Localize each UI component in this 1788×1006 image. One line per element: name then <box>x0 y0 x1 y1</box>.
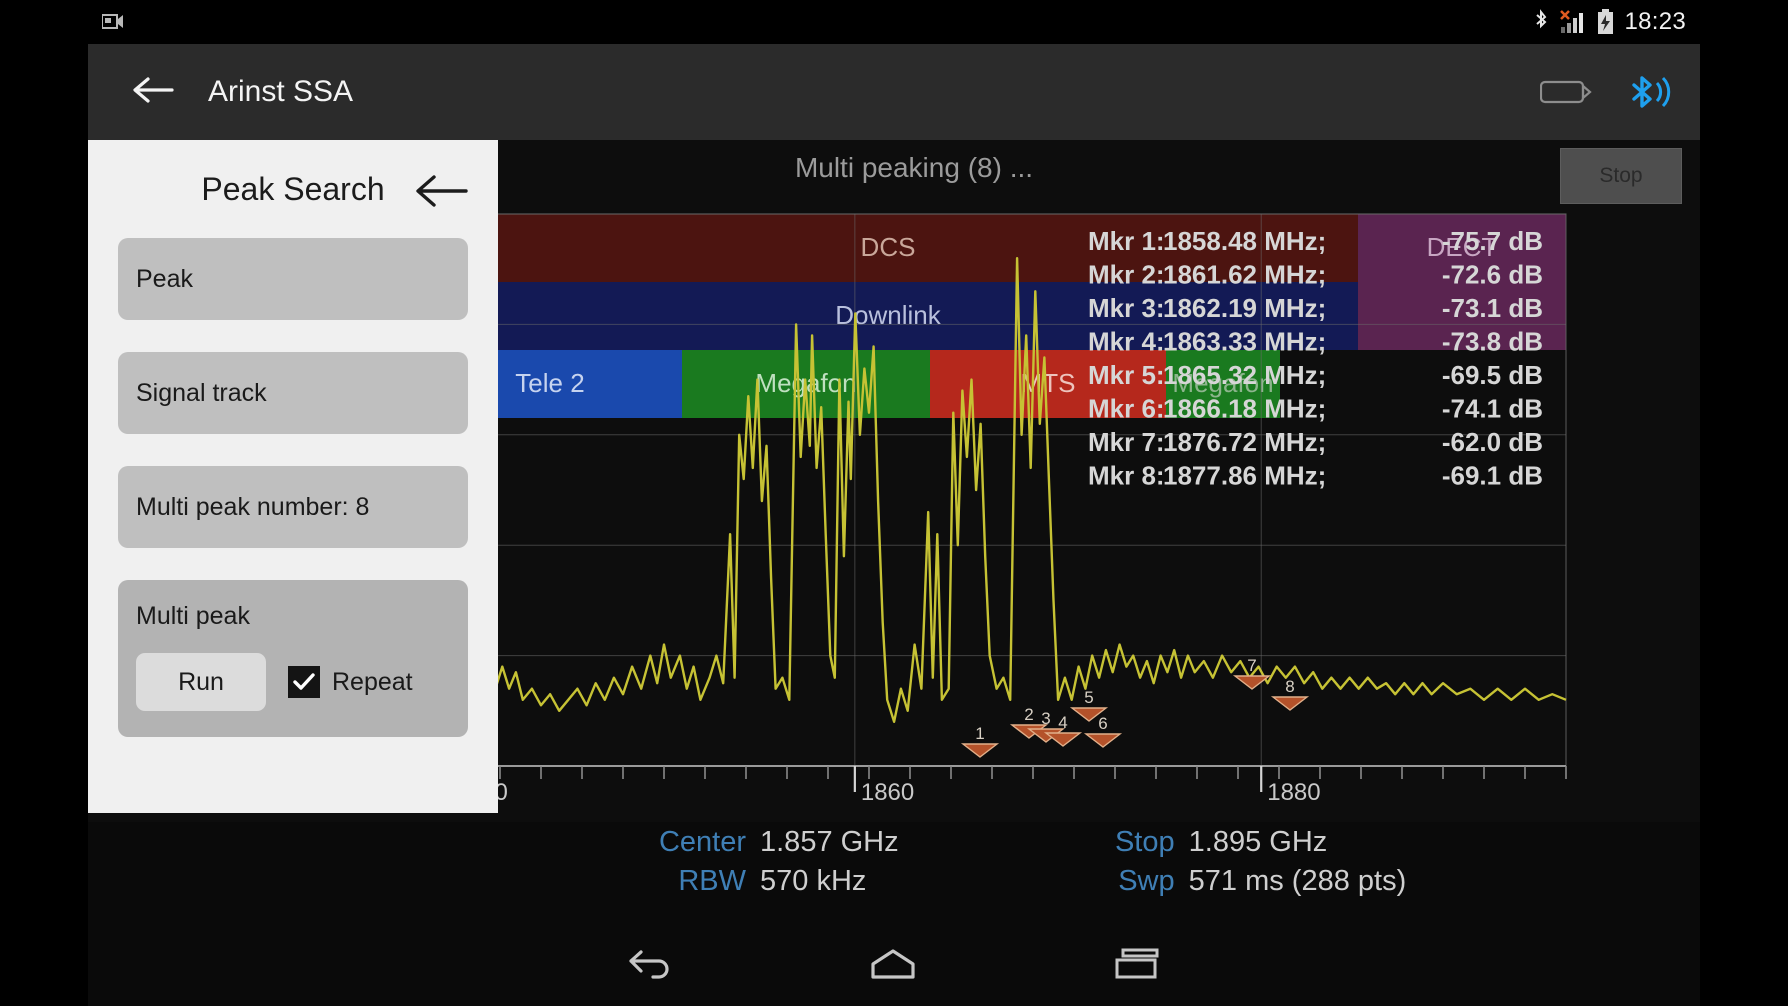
readout-right-column: Stop 1.895 GHz Swp 571 ms (288 pts) <box>1047 826 1407 930</box>
app-bar-actions <box>1539 72 1672 112</box>
marker-frequency: 1876.72 MHz; <box>1163 427 1326 457</box>
drawer-header: Peak Search <box>118 140 468 238</box>
back-nav-icon[interactable] <box>627 947 673 981</box>
marker-frequency: 1861.62 MHz; <box>1163 260 1326 290</box>
peak-marker-number: 3 <box>1041 709 1050 728</box>
status-bar-left-icons <box>101 13 124 31</box>
swp-value: 571 ms (288 pts) <box>1188 865 1407 897</box>
marker-frequency: 1863.33 MHz; <box>1163 327 1326 357</box>
readout-row-stop[interactable]: Stop 1.895 GHz <box>1047 826 1407 859</box>
stop-button[interactable]: Stop <box>1560 148 1682 204</box>
marker-level: -74.1 dB <box>1442 394 1543 424</box>
marker-id: Mkr 1: <box>1088 226 1165 256</box>
bluetooth-icon <box>1533 9 1549 35</box>
multi-peak-group: Multi peak Run Repeat <box>118 580 468 737</box>
x-axis-tick-label: 1880 <box>1267 779 1320 806</box>
peak-marker-number: 1 <box>975 724 984 743</box>
home-nav-icon[interactable] <box>869 947 917 981</box>
marker-frequency: 1862.19 MHz; <box>1163 293 1326 323</box>
center-value: 1.857 GHz <box>760 826 899 858</box>
marker-level: -75.7 dB <box>1442 226 1543 256</box>
marker-level: -73.8 dB <box>1442 327 1543 357</box>
status-bar-right-icons: 18:23 <box>1533 8 1686 36</box>
menu-item-signal-track[interactable]: Signal track <box>118 352 468 434</box>
battery-charging-icon <box>1597 9 1614 35</box>
marker-level: -73.1 dB <box>1442 293 1543 323</box>
recents-nav-icon[interactable] <box>1113 947 1161 981</box>
marker-id: Mkr 7: <box>1088 427 1165 457</box>
rbw-label: RBW <box>678 865 746 897</box>
run-button[interactable]: Run <box>136 653 266 711</box>
marker-id: Mkr 3: <box>1088 293 1165 323</box>
app-title: Arinst SSA <box>208 75 354 108</box>
peak-marker-number: 2 <box>1024 705 1033 724</box>
swp-label: Swp <box>1118 865 1175 897</box>
readout-row-swp[interactable]: Swp 571 ms (288 pts) <box>1047 865 1407 898</box>
marker-level: -69.1 dB <box>1442 461 1543 491</box>
multi-peak-group-title: Multi peak <box>136 602 250 630</box>
repeat-checkbox[interactable] <box>288 666 320 698</box>
cellular-signal-icon <box>1559 9 1587 35</box>
center-label: Center <box>658 826 746 858</box>
marker-level: -69.5 dB <box>1442 360 1543 390</box>
marker-frequency: 1858.48 MHz; <box>1163 226 1326 256</box>
app-bar: Arinst SSA <box>88 44 1700 140</box>
peak-marker-number: 5 <box>1084 688 1093 707</box>
readout-left-column: Center 1.857 GHz RBW 570 kHz <box>618 826 899 930</box>
marker-id: Mkr 2: <box>1088 260 1165 290</box>
sweep-readout: Center 1.857 GHz RBW 570 kHz Stop 1.895 … <box>88 822 1700 930</box>
back-arrow-icon[interactable] <box>132 75 174 110</box>
peak-marker-number: 4 <box>1058 713 1067 732</box>
menu-item-multi-peak-number-label: Multi peak number: 8 <box>136 492 370 521</box>
multi-peak-controls: Run Repeat <box>136 653 450 711</box>
android-nav-bar <box>88 922 1700 1006</box>
menu-item-multi-peak-number[interactable]: Multi peak number: 8 <box>118 466 468 548</box>
screen-root: 18:23 Arinst SSA Multi peaking (8) ... S… <box>0 0 1788 1006</box>
menu-item-peak[interactable]: Peak <box>118 238 468 320</box>
band-label: DCS <box>861 232 916 262</box>
marker-level: -62.0 dB <box>1442 427 1543 457</box>
marker-id: Mkr 4: <box>1088 327 1165 357</box>
marker-frequency: 1877.86 MHz; <box>1163 461 1326 491</box>
android-status-bar: 18:23 <box>88 0 1700 44</box>
drawer-back-arrow-icon[interactable] <box>414 172 468 215</box>
marker-level: -72.6 dB <box>1442 260 1543 290</box>
device-viewport: 18:23 Arinst SSA Multi peaking (8) ... S… <box>88 0 1700 1006</box>
x-axis-tick-label: 1860 <box>861 779 914 806</box>
repeat-checkbox-wrapper[interactable]: Repeat <box>288 666 413 698</box>
band-label: Downlink <box>835 300 941 330</box>
readout-row-center[interactable]: Center 1.857 GHz <box>618 826 899 859</box>
screen-record-icon <box>101 13 124 31</box>
marker-frequency: 1865.32 MHz; <box>1163 360 1326 390</box>
marker-id: Mkr 5: <box>1088 360 1165 390</box>
drawer-title: Peak Search <box>201 170 385 207</box>
readout-row-rbw[interactable]: RBW 570 kHz <box>618 865 899 898</box>
marker-id: Mkr 8: <box>1088 461 1165 491</box>
repeat-checkbox-label: Repeat <box>332 667 413 696</box>
stop-freq-label: Stop <box>1114 826 1175 858</box>
band-label: Tele 2 <box>515 368 584 398</box>
marker-frequency: 1866.18 MHz; <box>1163 394 1326 424</box>
stop-freq-value: 1.895 GHz <box>1188 826 1328 858</box>
menu-item-signal-track-label: Signal track <box>136 378 267 407</box>
marker-id: Mkr 6: <box>1088 394 1165 424</box>
status-bar-clock: 18:23 <box>1624 8 1686 35</box>
menu-item-peak-label: Peak <box>136 264 193 293</box>
bluetooth-connected-icon[interactable] <box>1626 72 1672 112</box>
peak-search-drawer: Peak Search Peak Signal track Multi peak… <box>88 140 498 813</box>
peak-marker-number: 7 <box>1247 656 1256 675</box>
check-icon <box>293 673 315 690</box>
peak-marker-number: 8 <box>1285 677 1294 696</box>
peak-marker-number: 6 <box>1098 714 1107 733</box>
rbw-value: 570 kHz <box>760 865 867 897</box>
battery-outline-icon[interactable] <box>1539 77 1592 107</box>
